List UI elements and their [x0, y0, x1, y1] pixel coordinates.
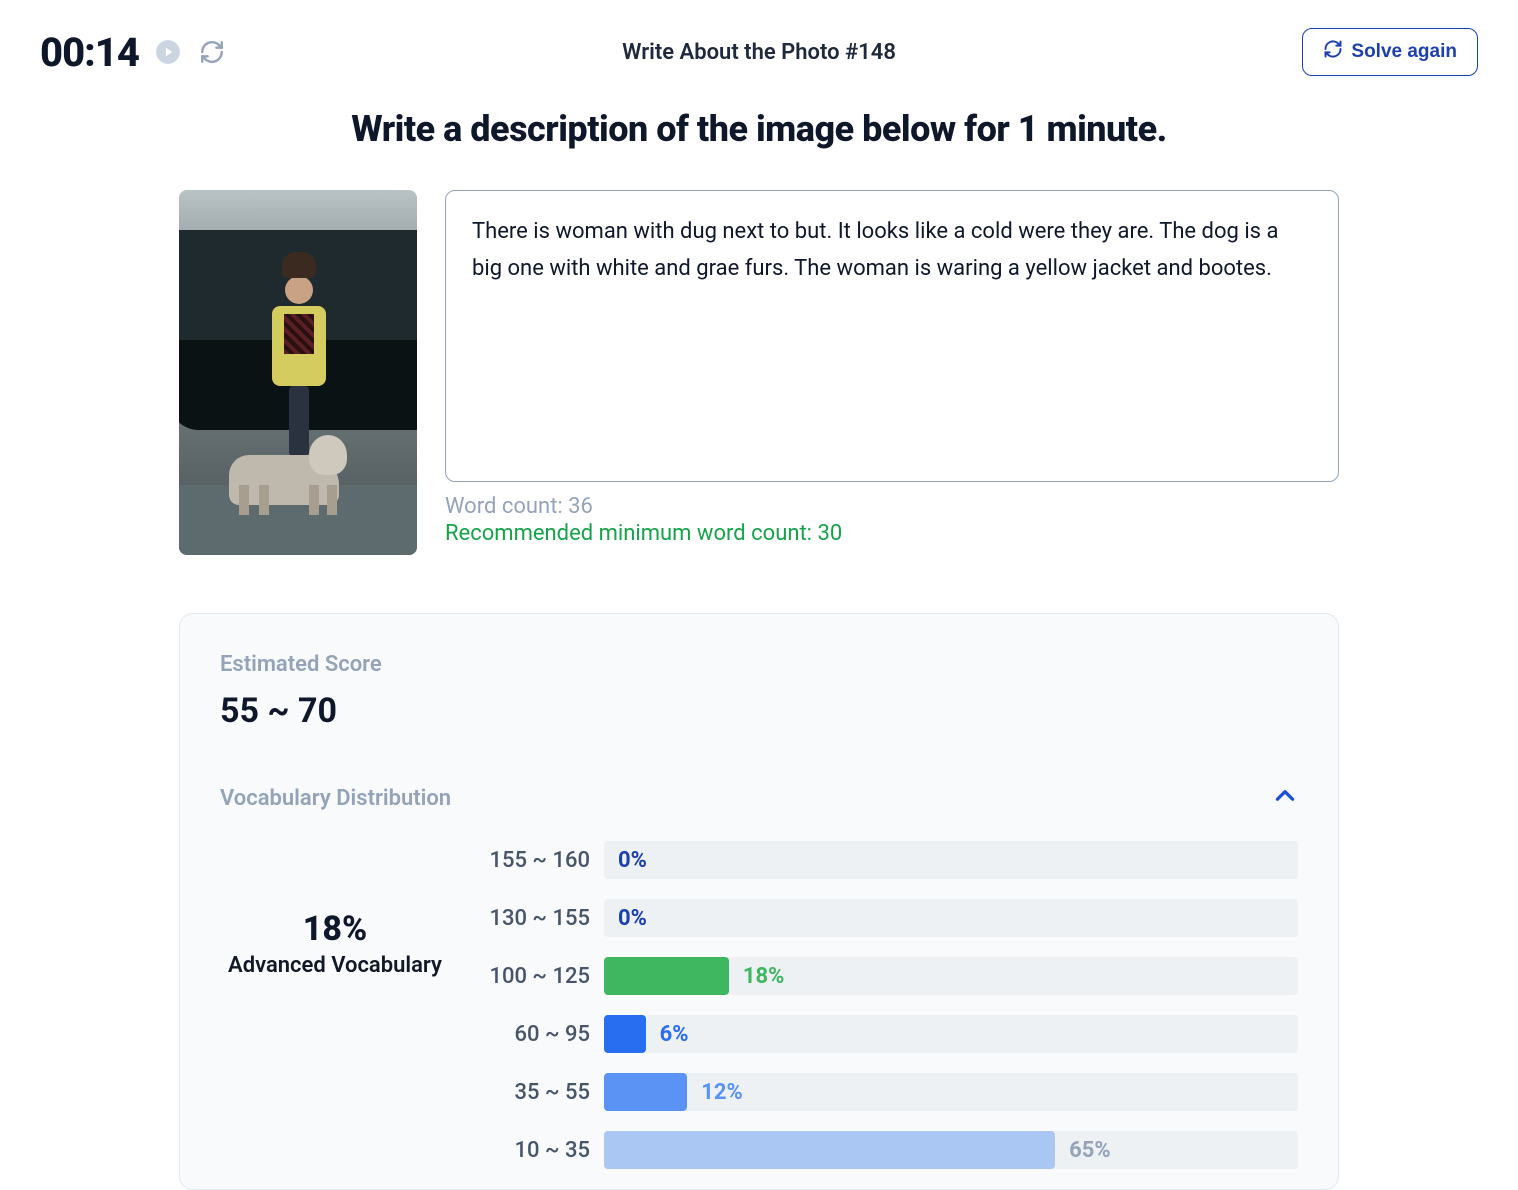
topbar-left: 00:14 [40, 29, 227, 76]
vocab-bar-track: 18% [604, 957, 1298, 995]
vocab-bar-row: 35 ~ 55 12% [470, 1073, 1298, 1111]
refresh-icon[interactable] [197, 37, 227, 67]
vocab-bar-track: 65% [604, 1131, 1298, 1169]
vocab-bar-track: 6% [604, 1015, 1298, 1053]
answer-column: There is woman with dug next to but. It … [445, 190, 1339, 546]
vocab-bar-label: 130 ~ 155 [470, 906, 590, 931]
vocab-bar-label: 155 ~ 160 [470, 848, 590, 873]
vocab-bar-row: 60 ~ 95 6% [470, 1015, 1298, 1053]
solve-again-button[interactable]: Solve again [1302, 28, 1478, 76]
timer: 00:14 [40, 29, 139, 76]
prompt-row: There is woman with dug next to but. It … [179, 190, 1339, 555]
vocab-bars: 155 ~ 160 0% 130 ~ 155 0% 100 ~ 125 18% 60 ~ 9… [470, 841, 1298, 1189]
instruction: Write a description of the image below f… [40, 108, 1478, 150]
vocab-bar-label: 100 ~ 125 [470, 964, 590, 989]
chevron-up-icon[interactable] [1272, 783, 1298, 813]
vocab-bar-fill [604, 1073, 687, 1111]
vocab-body: 18% Advanced Vocabulary 155 ~ 1600%130 ~… [220, 841, 1298, 1189]
play-icon[interactable] [153, 37, 183, 67]
word-count: Word count: 36 [445, 494, 1339, 519]
vocab-bar-track: 0% [604, 899, 1298, 937]
refresh-icon [1323, 39, 1343, 65]
counts: Word count: 36 Recommended minimum word … [445, 494, 1339, 546]
vocab-bar-value: 12% [701, 1080, 743, 1105]
advanced-vocab-percent: 18% [220, 909, 450, 949]
vocab-bar-row: 130 ~ 155 0% [470, 899, 1298, 937]
estimated-score-value: 55 ~ 70 [220, 691, 1298, 731]
advanced-vocab-label: Advanced Vocabulary [220, 953, 450, 978]
vocab-bar-row: 155 ~ 160 0% [470, 841, 1298, 879]
answer-textarea[interactable]: There is woman with dug next to but. It … [445, 190, 1339, 482]
vocab-bar-track: 0% [604, 841, 1298, 879]
topbar: 00:14 Write About the Photo #148 Solve a… [40, 20, 1478, 100]
vocab-bar-label: 60 ~ 95 [470, 1022, 590, 1047]
vocab-bar-label: 10 ~ 35 [470, 1138, 590, 1163]
vocab-bar-row: 10 ~ 35 65% [470, 1131, 1298, 1169]
vocab-bar-value: 0% [618, 906, 647, 931]
vocab-bar-fill [604, 1131, 1055, 1169]
vocab-bar-row: 100 ~ 125 18% [470, 957, 1298, 995]
recommended-word-count: Recommended minimum word count: 30 [445, 521, 1339, 546]
vocab-bar-value: 65% [1069, 1138, 1111, 1163]
vocab-summary: 18% Advanced Vocabulary [220, 841, 450, 1189]
solve-again-label: Solve again [1351, 41, 1457, 63]
page-title: Write About the Photo #148 [622, 40, 896, 65]
vocab-bar-value: 6% [660, 1022, 689, 1047]
main-content: There is woman with dug next to but. It … [179, 190, 1339, 1190]
vocab-title: Vocabulary Distribution [220, 786, 451, 811]
vocab-header[interactable]: Vocabulary Distribution [220, 783, 1298, 813]
vocab-bar-track: 12% [604, 1073, 1298, 1111]
score-panel: Estimated Score 55 ~ 70 Vocabulary Distr… [179, 613, 1339, 1190]
prompt-photo [179, 190, 417, 555]
vocab-bar-fill [604, 1015, 646, 1053]
vocab-bar-label: 35 ~ 55 [470, 1080, 590, 1105]
vocab-bar-value: 18% [743, 964, 785, 989]
vocab-bar-fill [604, 957, 729, 995]
vocab-bar-value: 0% [618, 848, 647, 873]
estimated-score-label: Estimated Score [220, 652, 1298, 677]
